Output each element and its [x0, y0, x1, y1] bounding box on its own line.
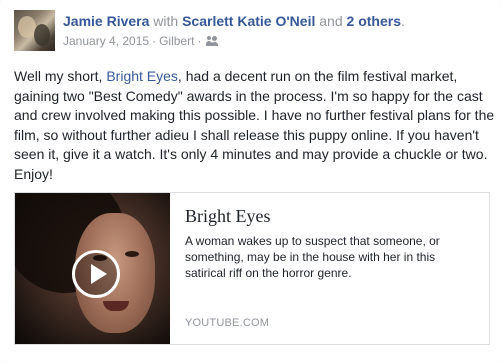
author-name-link[interactable]: Jamie Rivera: [63, 13, 149, 29]
post-text: , had a decent run on the film festival …: [14, 68, 495, 182]
meta-separator: ·: [152, 34, 157, 48]
attachment-domain: YOUTUBE.COM: [185, 317, 270, 329]
others-link[interactable]: 2 others: [347, 13, 401, 29]
attachment-title[interactable]: Bright Eyes: [185, 205, 475, 227]
feed-post: Jamie Rivera with Scarlett Katie O'Neil …: [0, 0, 502, 363]
video-thumbnail[interactable]: [15, 193, 170, 344]
tagged-person-link[interactable]: Scarlett Katie O'Neil: [182, 13, 315, 29]
with-text: with: [153, 13, 179, 29]
play-button[interactable]: [72, 250, 120, 298]
end-punct: .: [400, 13, 405, 29]
author-avatar[interactable]: [14, 10, 55, 51]
post-meta: January 4, 2015 · Gilbert ·: [63, 33, 493, 49]
post-location[interactable]: Gilbert: [159, 33, 194, 49]
post-header: Jamie Rivera with Scarlett Katie O'Neil …: [63, 12, 493, 49]
thumbnail-detail: [125, 251, 139, 257]
link-attachment[interactable]: Bright Eyes A woman wakes up to suspect …: [14, 192, 490, 345]
and-text: and: [319, 13, 343, 29]
friends-icon[interactable]: [206, 36, 219, 46]
avatar-photo-detail: [34, 24, 50, 46]
attachment-info: Bright Eyes A woman wakes up to suspect …: [185, 205, 475, 281]
post-body: Well my short, Bright Eyes, had a decent…: [14, 67, 496, 185]
author-line: Jamie Rivera with Scarlett Katie O'Neil …: [63, 12, 493, 30]
post-text: Well my short,: [14, 68, 103, 84]
post-timestamp[interactable]: January 4, 2015: [63, 33, 149, 49]
play-icon: [91, 264, 107, 284]
meta-separator: ·: [197, 34, 202, 48]
inline-link-bright-eyes[interactable]: Bright Eyes: [106, 68, 178, 84]
attachment-description: A woman wakes up to suspect that someone…: [185, 234, 440, 280]
